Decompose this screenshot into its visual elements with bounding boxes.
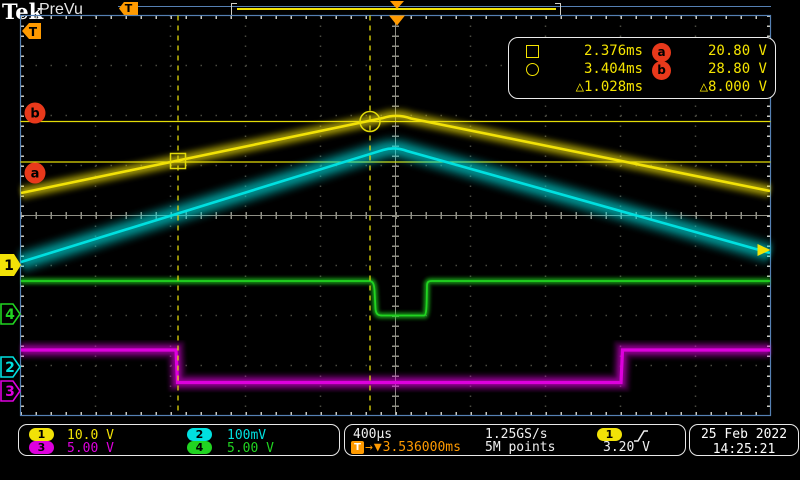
date-label: 25 Feb 2022: [690, 427, 798, 442]
datetime-panel: 25 Feb 2022 14:25:21: [689, 424, 799, 456]
horizontal-trigger-panel: 400µs 1.25GS/s 1 T→▼3.536000ms 5M points…: [344, 424, 686, 456]
cursor-delta-time: △1.028ms: [549, 79, 643, 95]
cursor-a-badge: a: [652, 43, 671, 62]
ch2-ground-label: 2: [5, 360, 15, 376]
trigger-marker-icon: ▼: [374, 440, 382, 455]
time-label: 14:25:21: [690, 442, 798, 457]
ch4-ground-label: 4: [5, 307, 15, 323]
channel-scales-panel: 1 10.0 V 2 100mV 3 5.00 V 4 5.00 V: [18, 424, 340, 456]
trigger-arrow-icon: →: [365, 440, 373, 455]
circle-cursor-icon: [526, 63, 539, 76]
trigger-t-icon: T: [351, 441, 364, 454]
trigger-delay-value: 3.536000ms: [383, 440, 461, 455]
cursor-b-graticule-label: b: [30, 107, 39, 122]
cursor-delta-voltage: △8.000 V: [681, 79, 767, 95]
cursor-readout-panel: 2.376ms a 20.80 V 3.404ms b 28.80 V △1.0…: [508, 37, 776, 99]
ch3-badge[interactable]: 3: [29, 441, 54, 454]
oscilloscope-screen: Tba1423 Tek PreVu T 2.376ms a 20.80 V 3.…: [0, 0, 800, 480]
cursor-a-voltage: 20.80 V: [681, 43, 767, 59]
ch4-scale[interactable]: 5.00 V: [227, 441, 274, 456]
trigger-slope-icon: [633, 429, 649, 444]
cursor-a-graticule-label: a: [31, 167, 40, 182]
record-length-readout: 5M points: [485, 440, 555, 455]
ch2-badge[interactable]: 2: [187, 428, 212, 441]
trigger-position-marker[interactable]: [389, 16, 405, 26]
ch1-ground-label: 1: [4, 258, 14, 274]
ch3-ground-label: 3: [5, 384, 15, 400]
cursor-b-badge: b: [652, 61, 671, 80]
square-cursor-icon: [526, 45, 539, 58]
cursor-b-voltage: 28.80 V: [681, 61, 767, 77]
cursor-b-time: 3.404ms: [549, 61, 643, 77]
trigger-delay-readout[interactable]: T→▼3.536000ms: [351, 440, 461, 455]
trigger-indicator-left-label: T: [29, 25, 38, 39]
ch4-badge[interactable]: 4: [187, 441, 212, 454]
cursor-a-time: 2.376ms: [549, 43, 643, 59]
ch1-badge[interactable]: 1: [29, 428, 54, 441]
ch3-scale[interactable]: 5.00 V: [67, 441, 114, 456]
